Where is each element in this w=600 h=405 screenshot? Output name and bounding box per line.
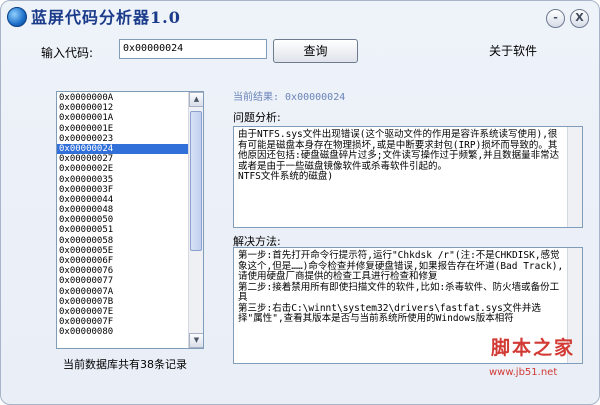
code-list-item[interactable]: 0x0000005E: [57, 246, 188, 256]
watermark-text: 脚本之家: [491, 337, 576, 359]
problem-analysis-text[interactable]: 由于NTFS.sys文件出现错误(这个驱动文件的作用是容许系统读写使用),很有可…: [233, 126, 583, 228]
code-list-items: 0x0000000A 0x00000012 0x0000001A 0x0000001E…: [57, 93, 188, 338]
record-count: 当前数据库共有38条记录: [63, 358, 187, 371]
code-list-item[interactable]: 0x00000035: [57, 175, 188, 185]
solution-content: 第一步:首先打开命令行提示符,运行"Chkdsk /r"(注:不是CHKDISK…: [238, 250, 564, 324]
scroll-thumb[interactable]: [190, 111, 202, 251]
code-list-item[interactable]: 0x00000080: [57, 327, 188, 337]
code-list-item[interactable]: 0x0000003F: [57, 185, 188, 195]
code-list-item[interactable]: 0x0000006F: [57, 256, 188, 266]
code-list-item[interactable]: 0x00000027: [57, 154, 188, 164]
code-list-item[interactable]: 0x00000050: [57, 215, 188, 225]
watermark-url: www.jb51.net: [489, 367, 558, 378]
code-list[interactable]: 0x0000000A 0x00000012 0x0000001A 0x0000001E…: [56, 91, 204, 349]
code-list-item[interactable]: 0x0000007B: [57, 297, 188, 307]
code-list-item[interactable]: 0x00000076: [57, 266, 188, 276]
current-result: 当前结果: 0x00000024: [233, 92, 346, 103]
code-list-item[interactable]: 0x00000012: [57, 103, 188, 113]
title-bar: 蓝屏代码分析器1.0 - X: [1, 1, 599, 35]
code-list-item[interactable]: 0x00000048: [57, 205, 188, 215]
close-button[interactable]: X: [570, 9, 589, 28]
code-list-item[interactable]: 0x0000007E: [57, 307, 188, 317]
code-list-item[interactable]: 0x00000023: [57, 134, 188, 144]
code-list-item[interactable]: 0x00000044: [57, 195, 188, 205]
problem-analysis-label: 问题分析:: [233, 111, 281, 124]
code-list-item[interactable]: 0x0000001A: [57, 113, 188, 123]
scroll-down-arrow-icon[interactable]: ▼: [189, 333, 203, 348]
app-logo-icon: [7, 7, 27, 27]
code-list-item[interactable]: 0x00000058: [57, 236, 188, 246]
code-list-item[interactable]: 0x0000000A: [57, 93, 188, 103]
code-list-item[interactable]: 0x0000001E: [57, 124, 188, 134]
watermark: 脚本之家 www.jb51.net: [471, 331, 591, 391]
query-button[interactable]: 查询: [273, 39, 358, 63]
code-list-item[interactable]: 0x0000007F: [57, 317, 188, 327]
minimize-button[interactable]: -: [546, 9, 565, 28]
code-list-item[interactable]: 0x0000007A: [57, 287, 188, 297]
code-list-scrollbar[interactable]: ▲ ▼: [188, 92, 203, 348]
code-list-item[interactable]: 0x00000051: [57, 225, 188, 235]
code-list-item[interactable]: 0x00000077: [57, 276, 188, 286]
code-input[interactable]: 0x00000024: [119, 39, 267, 59]
about-software-link[interactable]: 关于软件: [489, 43, 537, 59]
code-list-item[interactable]: 0x00000024: [57, 143, 188, 155]
code-list-item[interactable]: 0x0000002E: [57, 164, 188, 174]
code-input-label: 输入代码:: [41, 46, 94, 60]
scroll-up-arrow-icon[interactable]: ▲: [189, 92, 203, 107]
app-window: 蓝屏代码分析器1.0 - X 输入代码: 0x00000024 查询 关于软件 …: [0, 0, 600, 405]
problem-analysis-content: 由于NTFS.sys文件出现错误(这个驱动文件的作用是容许系统读写使用),很有可…: [238, 129, 560, 182]
app-title: 蓝屏代码分析器1.0: [31, 8, 181, 27]
problem-scrollbar[interactable]: [567, 127, 582, 227]
